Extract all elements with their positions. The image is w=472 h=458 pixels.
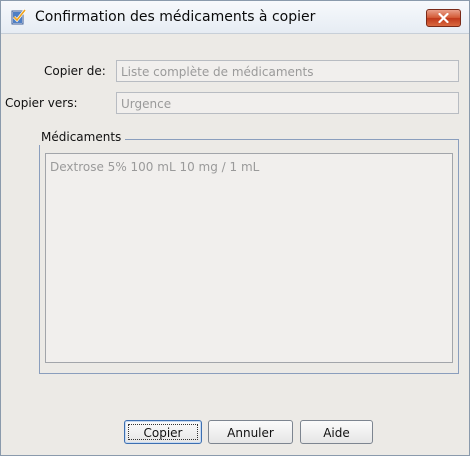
copy-from-row: Copier de: Liste complète de médicaments (1, 60, 471, 82)
copy-button[interactable]: Copier (124, 420, 202, 444)
close-icon (438, 13, 449, 23)
copy-to-row: Copier vers: Urgence (1, 92, 471, 114)
medications-list[interactable]: Dextrose 5% 100 mL 10 mg / 1 mL (45, 153, 453, 363)
copy-from-field: Liste complète de médicaments (116, 60, 459, 82)
cancel-button[interactable]: Annuler (208, 420, 293, 444)
dialog-title: Confirmation des médicaments à copier (35, 9, 316, 25)
copy-button-label: Copier (143, 426, 183, 440)
close-button[interactable] (426, 9, 461, 27)
list-item[interactable]: Dextrose 5% 100 mL 10 mg / 1 mL (50, 159, 448, 175)
title-bar[interactable]: Confirmation des médicaments à copier (1, 1, 469, 34)
help-button-label: Aide (323, 426, 350, 440)
copy-to-label: Copier vers: (5, 96, 78, 110)
copy-to-field: Urgence (116, 92, 459, 114)
dialog-window: Confirmation des médicaments à copier Co… (0, 0, 470, 456)
cancel-button-label: Annuler (227, 426, 274, 440)
medications-group-title: Médicaments (39, 129, 126, 145)
checkmark-document-icon (11, 9, 27, 25)
help-button[interactable]: Aide (300, 420, 373, 444)
copy-from-label: Copier de: (44, 64, 106, 78)
